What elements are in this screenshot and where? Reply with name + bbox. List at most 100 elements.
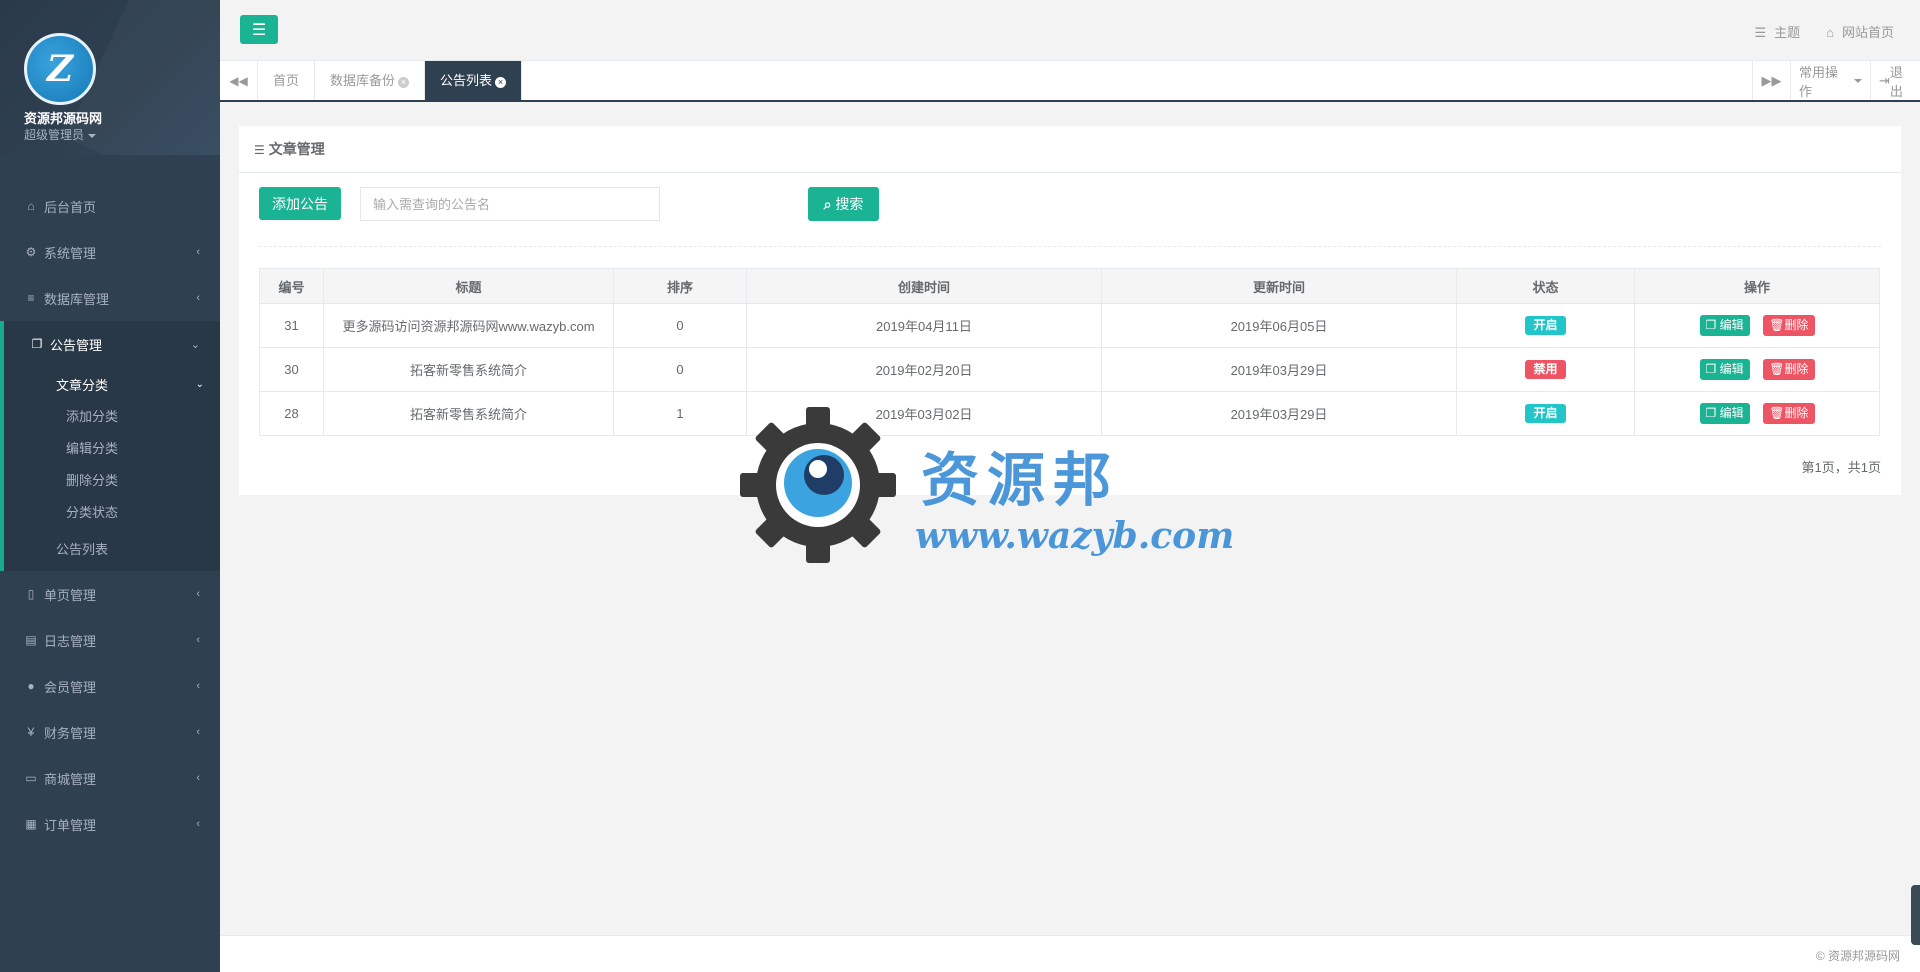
copy-icon: ❐: [1705, 318, 1717, 332]
delete-button[interactable]: 🗑删除: [1763, 359, 1815, 380]
cell-status: 开启: [1456, 391, 1635, 436]
submenu-announcement-list[interactable]: 公告列表: [4, 529, 220, 571]
sidebar-item-finance[interactable]: ¥ 财务管理 ‹: [0, 709, 220, 755]
copy-icon: ❐: [31, 337, 43, 351]
caret-down-icon: [1854, 78, 1862, 83]
cell-sort: 1: [613, 391, 747, 436]
delete-button[interactable]: 🗑删除: [1763, 403, 1815, 424]
sidebar-item-orders[interactable]: ▦ 订单管理 ‹: [0, 801, 220, 847]
site-home-link[interactable]: ⌂ 网站首页: [1826, 22, 1894, 41]
tab-label: 首页: [273, 73, 300, 88]
submenu-category-status[interactable]: 分类状态: [4, 497, 220, 529]
logout-button[interactable]: ⇥ 退出: [1870, 61, 1920, 100]
theme-label: 主题: [1774, 25, 1801, 40]
cell-updated: 2019年06月05日: [1101, 303, 1457, 348]
cell-status: 禁用: [1456, 347, 1635, 392]
announcement-table: 编号 标题 排序 创建时间 更新时间 状态 操作 31 更多源码访问资源邦源码网…: [259, 268, 1880, 436]
gear-icon: ⚙: [25, 245, 37, 259]
edit-button[interactable]: ❐ 编辑: [1699, 315, 1750, 336]
table-header-row: 编号 标题 排序 创建时间 更新时间 状态 操作: [259, 268, 1880, 304]
cell-id: 28: [259, 391, 324, 436]
footer: © 资源邦源码网: [220, 935, 1920, 972]
sidebar-item-label: 会员管理: [44, 679, 97, 695]
cell-title: 拓客新零售系统简介: [323, 391, 614, 436]
status-badge[interactable]: 禁用: [1525, 360, 1566, 379]
chevron-left-icon: ‹: [196, 292, 200, 304]
edit-button[interactable]: ❐ 编辑: [1699, 359, 1750, 380]
cell-title: 更多源码访问资源邦源码网www.wazyb.com: [323, 303, 614, 348]
delete-label: 删除: [1784, 362, 1809, 376]
announcements-submenu: 文章分类 ⌄ 添加分类 编辑分类 删除分类 分类状态 公告列表: [4, 367, 220, 571]
trash-icon: 🗑: [1769, 318, 1785, 332]
submenu-article-category[interactable]: 文章分类 ⌄: [4, 367, 220, 401]
close-icon[interactable]: ×: [398, 77, 410, 88]
delete-button[interactable]: 🗑删除: [1763, 315, 1815, 336]
sidebar-item-database[interactable]: ≡ 数据库管理 ‹: [0, 275, 220, 321]
sidebar-item-pages[interactable]: ▯ 单页管理 ‹: [0, 571, 220, 617]
sidebar-item-label: 商城管理: [44, 771, 97, 787]
side-panel-handle[interactable]: [1911, 885, 1920, 945]
close-icon[interactable]: ×: [495, 77, 507, 88]
common-ops-dropdown[interactable]: 常用操作: [1790, 61, 1870, 100]
sidebar-item-label: 日志管理: [44, 633, 97, 649]
edit-button[interactable]: ❐ 编辑: [1699, 403, 1750, 424]
sidebar-item-system[interactable]: ⚙ 系统管理 ‹: [0, 229, 220, 275]
cell-id: 30: [259, 347, 324, 392]
edit-label: 编辑: [1719, 362, 1744, 376]
user-role-dropdown[interactable]: 超级管理员: [24, 126, 97, 143]
trash-icon: 🗑: [1769, 362, 1785, 376]
menu-toggle-button[interactable]: ☰: [240, 15, 278, 44]
chevron-left-icon: ‹: [196, 818, 200, 830]
caret-down-icon: [88, 133, 97, 138]
top-right-links: ☰ 主题 ⌂ 网站首页: [1754, 22, 1894, 41]
submenu-add-category[interactable]: 添加分类: [4, 401, 220, 433]
chevron-left-icon: ‹: [196, 588, 200, 600]
chevron-left-icon: ‹: [196, 726, 200, 738]
logout-label: 退出: [1889, 64, 1903, 99]
sidebar-item-mall[interactable]: ▭ 商城管理 ‹: [0, 755, 220, 801]
submenu-delete-category[interactable]: 删除分类: [4, 465, 220, 497]
copyright-text: © 资源邦源码网: [1815, 949, 1900, 963]
search-input[interactable]: [360, 187, 660, 221]
status-badge[interactable]: 开启: [1525, 316, 1566, 335]
sidebar-item-announcements[interactable]: ❐ 公告管理 ⌄: [4, 321, 220, 367]
chevron-left-icon: ‹: [196, 680, 200, 692]
sidebar-item-logs[interactable]: ▤ 日志管理 ‹: [0, 617, 220, 663]
sidebar-item-home[interactable]: ⌂ 后台首页: [0, 183, 220, 229]
theme-link[interactable]: ☰ 主题: [1754, 22, 1800, 41]
add-announcement-button[interactable]: 添加公告: [259, 187, 341, 220]
chevron-down-icon: ⌄: [190, 339, 200, 351]
col-status: 状态: [1456, 268, 1635, 304]
delete-label: 删除: [1784, 318, 1809, 332]
sidebar-item-members[interactable]: ● 会员管理 ‹: [0, 663, 220, 709]
article-management-panel: ☰文章管理 添加公告 ⌕搜索 编号 标题 排序 创建时间 更新时间 状态 操作 …: [239, 126, 1901, 495]
pagination-info: 第1页，共1页: [1801, 460, 1881, 475]
logo-letter: Z: [46, 48, 74, 90]
forward-icon: ▶▶: [1761, 72, 1782, 88]
watermark-url: www.wazyb.com: [915, 515, 1235, 557]
trash-icon: 🗑: [1769, 406, 1785, 420]
cell-created: 2019年03月02日: [746, 391, 1102, 436]
tabs-scroll-left-button[interactable]: ◀◀: [220, 61, 258, 100]
cell-status: 开启: [1456, 303, 1635, 348]
col-created: 创建时间: [746, 268, 1102, 304]
chevron-left-icon: ‹: [196, 772, 200, 784]
tab-announcement-list[interactable]: 公告列表 ×: [425, 61, 523, 100]
search-button[interactable]: ⌕ 搜索: [808, 187, 879, 221]
cell-created: 2019年02月20日: [746, 347, 1102, 392]
panel-title: ☰ 文章管理: [239, 126, 1901, 173]
col-actions: 操作: [1634, 268, 1880, 304]
sidebar-item-label: 财务管理: [44, 725, 97, 741]
tabs-scroll-right-button[interactable]: ▶▶: [1752, 61, 1790, 100]
copy-icon: ❐: [1705, 362, 1717, 376]
status-badge[interactable]: 开启: [1525, 404, 1566, 423]
user-role: 超级管理员: [24, 128, 85, 142]
backward-icon: ◀◀: [229, 73, 248, 88]
site-home-label: 网站首页: [1841, 25, 1894, 40]
cell-title: 拓客新零售系统简介: [323, 347, 614, 392]
tab-db-backup[interactable]: 数据库备份 ×: [315, 61, 426, 100]
top-navbar: ☰ ☰ 主题 ⌂ 网站首页: [220, 0, 1920, 61]
tab-home[interactable]: 首页: [258, 61, 316, 100]
submenu-edit-category[interactable]: 编辑分类: [4, 433, 220, 465]
tabs-right-controls: ▶▶ 常用操作 ⇥ 退出: [1752, 61, 1920, 100]
